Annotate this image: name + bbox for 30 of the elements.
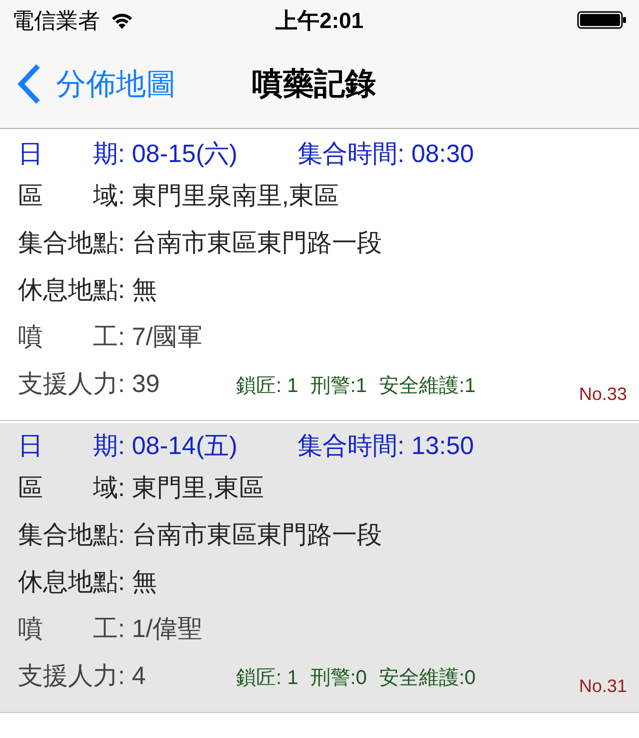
record-number: No.33	[578, 383, 627, 406]
sprayer-text: 噴 工: 1/偉聖	[18, 615, 203, 643]
status-time: 上午2:01	[275, 6, 364, 34]
rest-place-text: 休息地點: 無	[18, 276, 157, 304]
helper-count: 刑警:0	[310, 666, 367, 691]
back-button[interactable]: 分佈地圖	[0, 62, 176, 106]
rest-place-text: 休息地點: 無	[18, 568, 157, 596]
nav-title: 噴藥記錄	[252, 64, 376, 103]
chevron-left-icon	[16, 63, 42, 105]
area-text: 區 域: 東門里泉南里,東區	[18, 182, 339, 210]
date-text: 日 期: 08-14(五)	[18, 431, 238, 462]
sprayer-text: 噴 工: 7/國軍	[18, 323, 203, 351]
gather-time-text: 集合時間: 13:50	[297, 431, 474, 462]
meeting-place-text: 集合地點: 台南市東區東門路一段	[18, 229, 382, 257]
battery-icon	[577, 10, 627, 30]
helper-count: 安全維護:0	[378, 666, 476, 691]
gather-time-text: 集合時間: 08:30	[297, 139, 474, 170]
date-text: 日 期: 08-15(六)	[18, 139, 238, 170]
meeting-place-text: 集合地點: 台南市東區東門路一段	[18, 521, 382, 549]
helper-count: 鎖匠: 1	[236, 666, 298, 691]
carrier-name: 電信業者	[12, 6, 100, 34]
helper-count: 鎖匠: 1	[236, 374, 298, 399]
support-text: 支援人力: 39	[18, 369, 161, 400]
area-text: 區 域: 東門里,東區	[18, 474, 264, 502]
record-number: No.31	[578, 675, 627, 698]
record-row[interactable]: 日 期: 08-14(五) 集合時間: 13:50 區 域: 東門里,東區 集合地點: 台南市東區東門路一段 休息地點: 無 噴 工: 1/偉聖 支援人力: 4 鎖匠: 1 刑警:0 安全維護:0 No.31	[0, 423, 639, 713]
helper-count: 刑警:1	[310, 374, 367, 399]
helper-count: 安全維護:1	[378, 374, 476, 399]
wifi-icon	[110, 11, 134, 29]
support-text: 支援人力: 4	[18, 661, 147, 692]
